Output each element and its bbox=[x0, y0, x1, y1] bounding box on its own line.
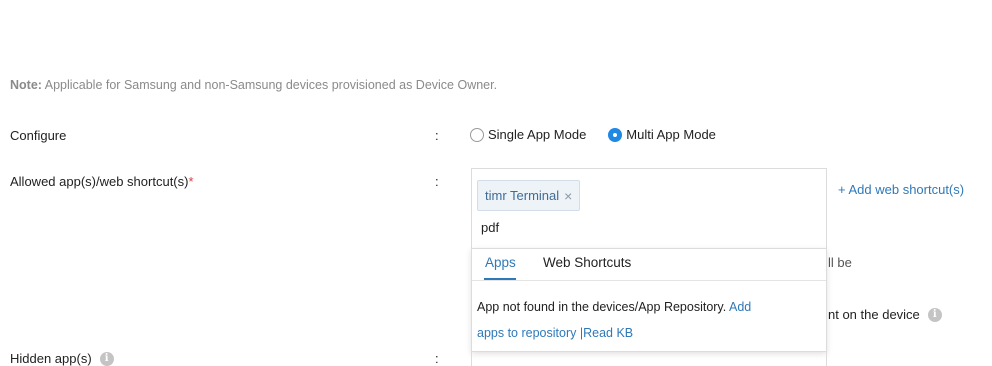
hidden-apps-label: Hidden app(s) i bbox=[10, 351, 114, 366]
no-results-message: App not found in the devices/App Reposit… bbox=[477, 294, 777, 346]
info-icon[interactable]: i bbox=[927, 307, 942, 322]
allowed-apps-colon: : bbox=[435, 174, 439, 189]
app-search-input[interactable]: pdf bbox=[481, 220, 499, 235]
multi-app-mode-radio[interactable]: Multi App Mode bbox=[608, 127, 716, 142]
tab-web-shortcuts[interactable]: Web Shortcuts bbox=[543, 255, 631, 270]
single-app-mode-radio[interactable]: Single App Mode bbox=[470, 127, 586, 142]
active-tab-indicator bbox=[484, 278, 516, 280]
note-prefix: Note: bbox=[10, 78, 42, 92]
radio-checked-icon bbox=[608, 127, 623, 142]
note-text: Applicable for Samsung and non-Samsung d… bbox=[41, 78, 498, 92]
chip-remove-icon[interactable]: × bbox=[564, 188, 572, 204]
multi-app-mode-label: Multi App Mode bbox=[626, 127, 716, 142]
radio-unchecked-icon bbox=[470, 127, 484, 142]
obscured-field-edge bbox=[471, 351, 827, 366]
single-app-mode-label: Single App Mode bbox=[488, 127, 587, 142]
allowed-apps-label: Allowed app(s)/web shortcut(s)* bbox=[10, 174, 194, 189]
obscured-help-text: ll be bbox=[828, 255, 852, 270]
allowed-apps-multiselect[interactable]: timr Terminal × pdf bbox=[471, 168, 827, 249]
no-results-text: App not found in the devices/App Reposit… bbox=[477, 300, 730, 314]
applicability-note: Note: Applicable for Samsung and non-Sam… bbox=[10, 78, 497, 92]
allowed-apps-label-text: Allowed app(s)/web shortcut(s) bbox=[10, 174, 189, 189]
selected-app-chip-label: timr Terminal bbox=[485, 188, 560, 203]
app-search-dropdown: Apps Web Shortcuts App not found in the … bbox=[471, 248, 827, 352]
obscured-option-label: nt on the device bbox=[828, 307, 920, 322]
obscured-option-text: nt on the device i bbox=[828, 307, 942, 322]
configure-mode-radio-group: Single App Mode Multi App Mode bbox=[470, 127, 738, 142]
add-web-shortcut-link[interactable]: + Add web shortcut(s) bbox=[838, 182, 964, 197]
read-kb-link[interactable]: Read KB bbox=[583, 326, 633, 340]
required-asterisk: * bbox=[188, 174, 194, 189]
selected-app-chip: timr Terminal × bbox=[477, 180, 581, 211]
hidden-apps-colon: : bbox=[435, 351, 439, 366]
configure-colon: : bbox=[435, 128, 439, 143]
dropdown-tabs: Apps Web Shortcuts bbox=[472, 249, 826, 281]
configure-label: Configure bbox=[10, 128, 67, 143]
tab-apps[interactable]: Apps bbox=[485, 255, 516, 270]
info-icon[interactable]: i bbox=[99, 351, 114, 366]
hidden-apps-label-text: Hidden app(s) bbox=[10, 351, 92, 366]
